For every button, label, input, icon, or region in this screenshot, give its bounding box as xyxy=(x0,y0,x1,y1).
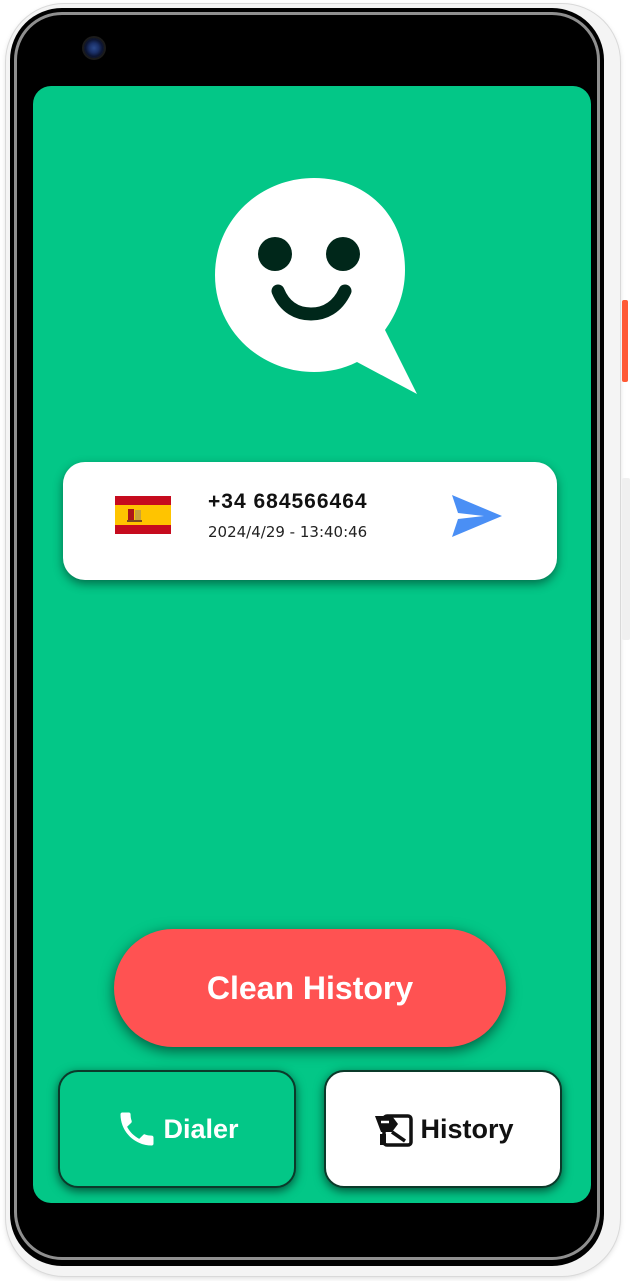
history-phone-number: +34 684566464 xyxy=(208,490,368,513)
nav-dialer-label: Dialer xyxy=(163,1113,239,1144)
nav-history-label: History xyxy=(420,1113,514,1144)
clean-history-button[interactable]: Clean History xyxy=(114,929,506,1047)
power-button xyxy=(622,300,628,382)
send-icon xyxy=(452,495,502,537)
history-list-item[interactable]: +34 684566464 2024/4/29 - 13:40:46 xyxy=(63,462,557,580)
nav-dialer-button[interactable]: Dialer xyxy=(58,1070,296,1188)
front-camera-icon xyxy=(84,38,104,58)
nav-history-button[interactable]: History xyxy=(324,1070,562,1188)
spain-flag-icon xyxy=(115,496,171,534)
smiley-chat-bubble-icon xyxy=(215,178,417,394)
history-timestamp: 2024/4/29 - 13:40:46 xyxy=(208,523,368,541)
app-screen: +34 684566464 2024/4/29 - 13:40:46 Clean… xyxy=(33,86,591,1203)
history-icon xyxy=(375,1114,414,1147)
send-button[interactable] xyxy=(447,488,507,544)
phone-icon xyxy=(120,1112,154,1146)
volume-rocker xyxy=(622,478,630,640)
clean-history-label: Clean History xyxy=(206,969,414,1006)
